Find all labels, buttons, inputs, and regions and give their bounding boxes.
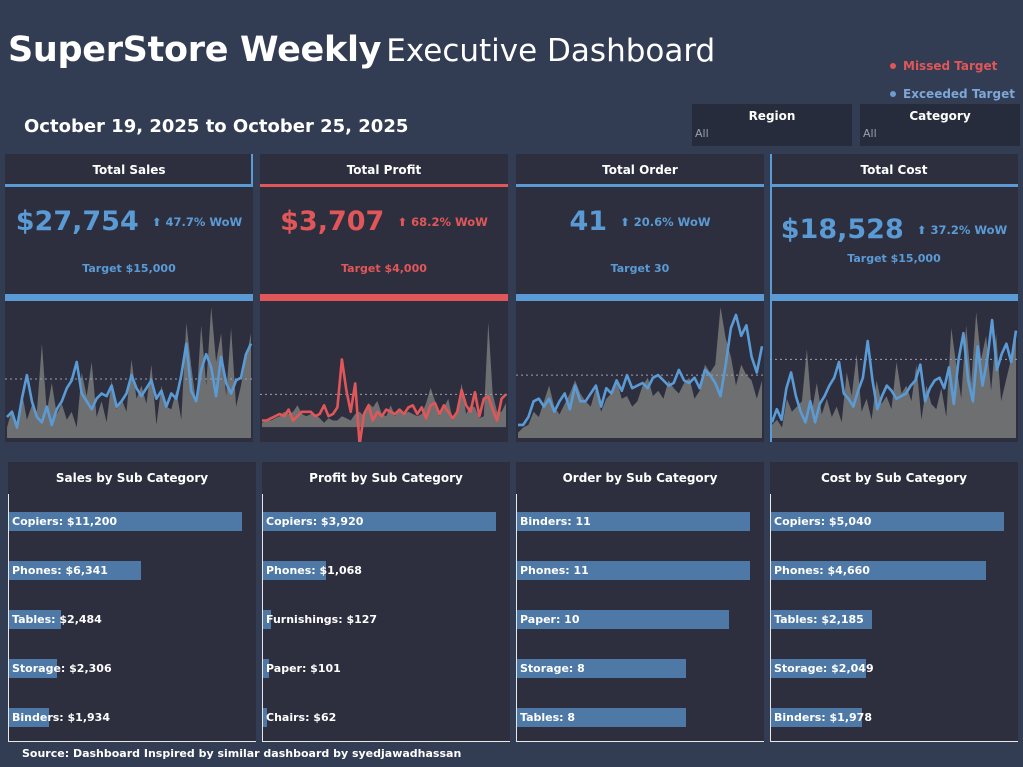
subcategory-bar-label: Tables: $2,484 — [12, 613, 102, 626]
kpi-value: $18,528 — [780, 214, 904, 245]
kpi-card-cost[interactable]: Total Cost $18,528 ⬆ 37.2% WoW Target $1… — [770, 154, 1018, 442]
kpi-target: Target 30 — [610, 262, 670, 275]
subcategory-bar-chart[interactable]: Copiers: $11,200 Phones: $6,341 Tables: $2… — [8, 494, 256, 742]
kpi-value-row: $27,754 ⬆ 47.7% WoW — [5, 206, 253, 237]
subcategory-bar-label: Copiers: $3,920 — [266, 515, 364, 528]
kpi-title: Total Cost — [860, 163, 928, 177]
subcategory-bar-label: Storage: $2,306 — [12, 662, 112, 675]
kpi-title: Total Order — [602, 163, 678, 177]
kpi-status-band — [5, 294, 253, 301]
subcategory-chart-title: Profit by Sub Category — [262, 462, 510, 494]
subcategory-bar-chart[interactable]: Binders: 11 Phones: 11 Paper: 10 Storage: 8… — [516, 494, 764, 742]
kpi-card-sales[interactable]: Total Sales $27,754 ⬆ 47.7% WoW Target $… — [5, 154, 253, 442]
kpi-value: $27,754 — [15, 206, 139, 237]
category-filter-value[interactable]: All — [863, 127, 877, 140]
subcategory-bar-label: Tables: 8 — [520, 711, 576, 724]
kpi-card-order[interactable]: Total Order 41 ⬆ 20.6% WoW Target 30 — [516, 154, 764, 442]
subcategory-bar-label: Storage: 8 — [520, 662, 585, 675]
subcategory-bar-label: Paper: $101 — [266, 662, 341, 675]
subcategory-chart-title: Order by Sub Category — [516, 462, 764, 494]
kpi-value-row: 41 ⬆ 20.6% WoW — [516, 206, 764, 237]
category-filter-label: Category — [909, 109, 971, 123]
kpi-value: 41 — [569, 206, 608, 237]
subcategory-chart-title: Sales by Sub Category — [8, 462, 256, 494]
kpi-value: $3,707 — [280, 206, 385, 237]
subcategory-bar-chart[interactable]: Copiers: $3,920 Phones: $1,068 Furnishings… — [262, 494, 510, 742]
profit-by-subcategory: Profit by Sub Category Copiers: $3,920 Ph… — [262, 462, 510, 742]
kpi-wow: ⬆ 47.7% WoW — [151, 214, 243, 229]
region-filter-value[interactable]: All — [695, 127, 709, 140]
kpi-trend-chart[interactable] — [260, 301, 508, 442]
region-filter-label: Region — [748, 109, 796, 123]
subcategory-bar-label: Phones: $4,660 — [774, 564, 870, 577]
subcategory-bar-label: Copiers: $5,040 — [774, 515, 872, 528]
kpi-trend-chart[interactable] — [5, 301, 253, 442]
subcategory-bar-label: Binders: $1,978 — [774, 711, 872, 724]
category-filter[interactable]: Category All — [860, 104, 1020, 146]
subcategory-bar-label: Binders: 11 — [520, 515, 591, 528]
kpi-edge — [251, 154, 253, 186]
order-by-subcategory: Order by Sub Category Binders: 11 Phones:… — [516, 462, 764, 742]
region-filter[interactable]: Region All — [692, 104, 852, 146]
kpi-status-band — [516, 294, 764, 301]
kpi-target: Target $4,000 — [341, 262, 427, 275]
legend-item-missed[interactable]: Missed Target — [890, 52, 1015, 80]
legend-dot-missed — [890, 63, 896, 69]
kpi-status-band — [260, 294, 508, 301]
subcategory-bar-chart[interactable]: Copiers: $5,040 Phones: $4,660 Tables: $2,… — [770, 494, 1018, 742]
kpi-wow-text: 20.6% WoW — [633, 214, 711, 229]
subcategory-bar-label: Storage: $2,049 — [774, 662, 874, 675]
kpi-title: Total Profit — [346, 163, 422, 177]
kpi-trend-chart[interactable] — [770, 301, 1018, 442]
date-range: October 19, 2025 to October 25, 2025 — [24, 116, 409, 137]
title-light: Executive Dashboard — [386, 33, 716, 69]
title-bold: SuperStore Weekly — [8, 30, 382, 70]
legend-label-exceeded: Exceeded Target — [903, 87, 1015, 101]
subcategory-bar-label: Phones: 11 — [520, 564, 589, 577]
kpi-header-underline — [5, 184, 253, 187]
subcategory-bar-label: Phones: $6,341 — [12, 564, 108, 577]
kpi-target: Target $15,000 — [847, 252, 941, 265]
legend-label-missed: Missed Target — [903, 59, 998, 73]
source-note: Source: Dashboard Inspired by similar da… — [22, 747, 462, 760]
kpi-target: Target $15,000 — [82, 262, 176, 275]
subcategory-bar-label: Copiers: $11,200 — [12, 515, 118, 528]
subcategory-bar-label: Chairs: $62 — [266, 711, 337, 724]
target-legend: Missed Target Exceeded Target — [890, 52, 1015, 108]
kpi-status-band — [770, 294, 1018, 301]
kpi-header-underline — [260, 184, 508, 187]
cost-by-subcategory: Cost by Sub Category Copiers: $5,040 Phon… — [770, 462, 1018, 742]
subcategory-bar-label: Binders: $1,934 — [12, 711, 110, 724]
kpi-header-underline — [516, 184, 764, 187]
kpi-wow-text: 68.2% WoW — [411, 214, 488, 229]
kpi-value-row: $3,707 ⬆ 68.2% WoW — [260, 206, 508, 237]
subcategory-bar-label: Paper: 10 — [520, 613, 580, 626]
subcategory-bar-label: Furnishings: $127 — [266, 613, 378, 626]
subcategory-bar-label: Phones: $1,068 — [266, 564, 362, 577]
dashboard-title: SuperStore Weekly Executive Dashboard — [8, 30, 715, 70]
kpi-header-underline — [770, 184, 1018, 187]
kpi-title: Total Sales — [92, 163, 166, 177]
kpi-trend-chart[interactable] — [516, 301, 764, 442]
sales-by-subcategory: Sales by Sub Category Copiers: $11,200 Ph… — [8, 462, 256, 742]
kpi-wow: ⬆ 20.6% WoW — [620, 214, 711, 229]
subcategory-bar-label: Tables: $2,185 — [774, 613, 864, 626]
trend-area — [772, 312, 1016, 438]
kpi-value-row: $18,528 ⬆ 37.2% WoW — [770, 214, 1018, 245]
kpi-wow: ⬆ 37.2% WoW — [916, 222, 1008, 237]
kpi-wow-text: 47.7% WoW — [165, 214, 243, 229]
trend-line[interactable] — [262, 358, 507, 442]
kpi-wow: ⬆ 68.2% WoW — [397, 214, 488, 229]
kpi-wow-text: 37.2% WoW — [930, 222, 1008, 237]
subcategory-chart-title: Cost by Sub Category — [770, 462, 1018, 494]
legend-dot-exceeded — [890, 91, 896, 97]
kpi-card-profit[interactable]: Total Profit $3,707 ⬆ 68.2% WoW Target $… — [260, 154, 508, 442]
